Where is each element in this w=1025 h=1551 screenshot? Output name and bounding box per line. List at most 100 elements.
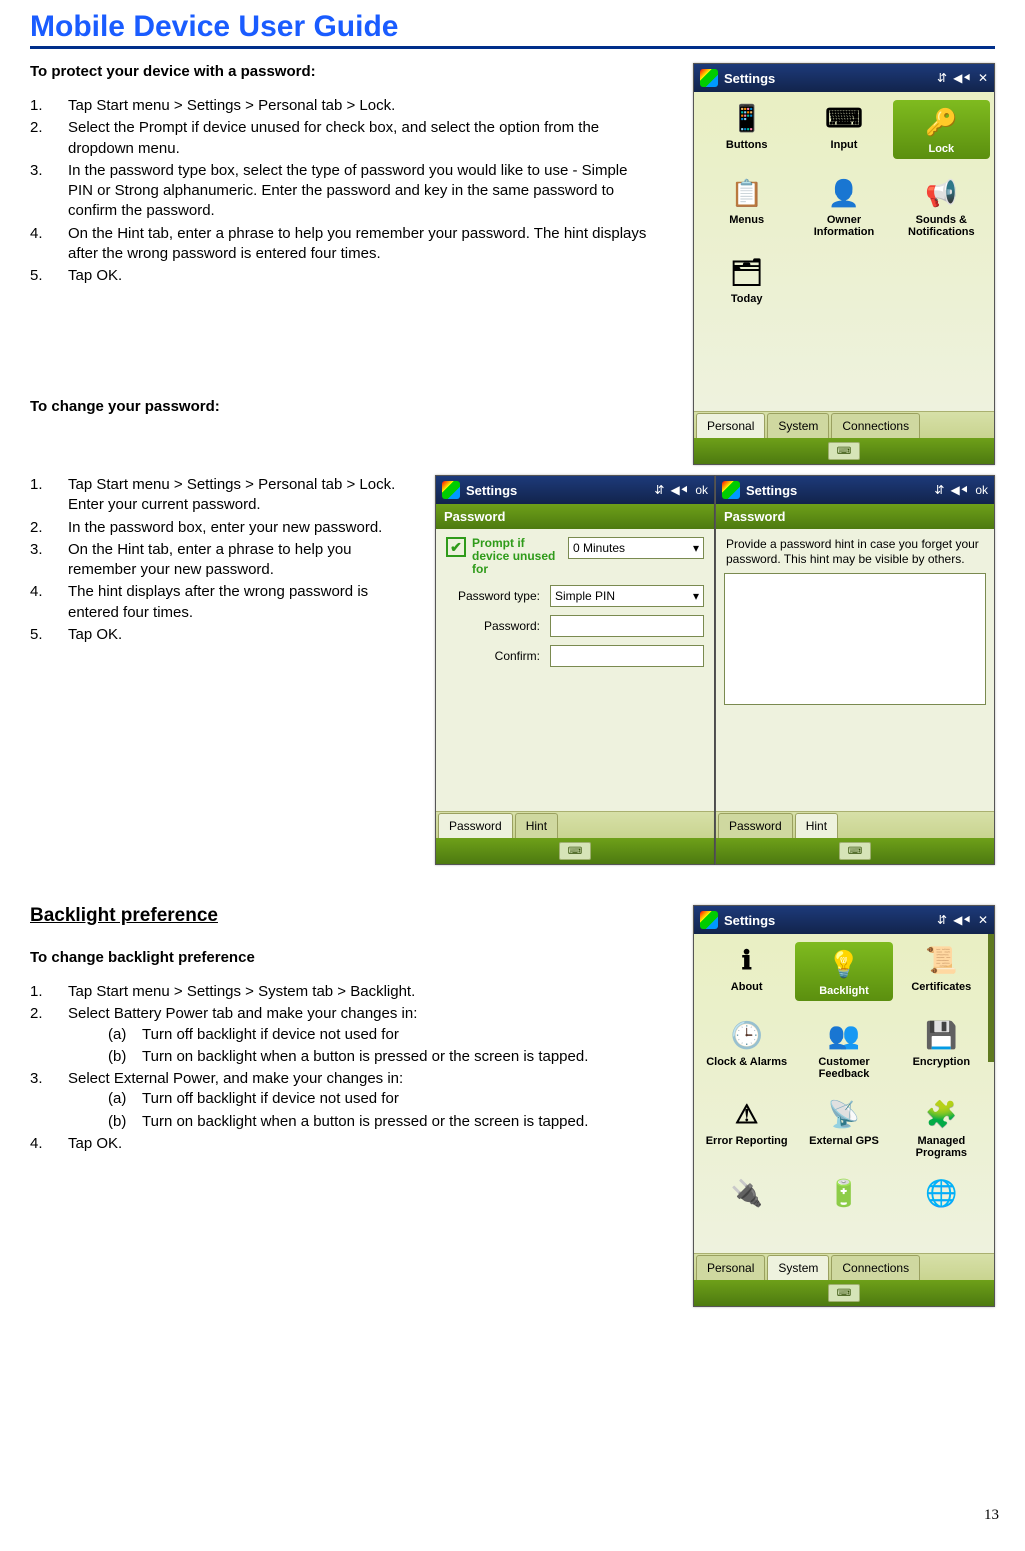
type-label: Password type: (446, 589, 544, 603)
timeout-dropdown[interactable]: 0 Minutes▾ (568, 537, 704, 559)
tab-system[interactable]: System (767, 413, 829, 438)
protect-steps: Tap Start menu > Settings > Personal tab… (30, 96, 650, 286)
screen-header: Password (436, 504, 714, 529)
step-item: Tap Start menu > Settings > Personal tab… (30, 96, 650, 116)
confirm-label: Confirm: (446, 649, 544, 663)
start-icon[interactable] (442, 481, 460, 499)
title-text: Settings (746, 483, 928, 498)
app-icon-lock[interactable]: 🔑Lock (893, 100, 990, 159)
tab-connections[interactable]: Connections (831, 413, 920, 438)
step-item: The hint displays after the wrong passwo… (30, 582, 410, 623)
tab-password[interactable]: Password (718, 813, 793, 838)
app-icon-buttons[interactable]: 📱 Buttons (698, 100, 795, 159)
start-icon[interactable] (722, 481, 740, 499)
tab-connections[interactable]: Connections (831, 1255, 920, 1280)
app-label: Sounds & Notifications (893, 214, 990, 238)
soft-key-bar: ⌨ (694, 438, 994, 464)
Sounds & Notifications-icon: 📢 (923, 175, 959, 211)
start-icon[interactable] (700, 911, 718, 929)
app-icon-blank[interactable]: 🔌 (698, 1175, 795, 1214)
app-icon-clock-alarms[interactable]: 🕒 Clock & Alarms (698, 1017, 795, 1080)
sub-step-item: (b)Turn on backlight when a button is pr… (108, 1047, 650, 1067)
app-label: Customer Feedback (795, 1056, 892, 1080)
app-label: About (731, 981, 763, 993)
step-item: Select the Prompt if device unused for c… (30, 118, 650, 159)
title-text: Settings (466, 483, 648, 498)
app-icon-sounds-notifications[interactable]: 📢 Sounds & Notifications (893, 175, 990, 238)
keyboard-icon[interactable]: ⌨ (828, 1284, 860, 1302)
app-icon-input[interactable]: ⌨ Input (795, 100, 892, 159)
app-icon-certificates[interactable]: 📜Certificates (893, 942, 990, 1001)
app-label: Buttons (726, 139, 768, 151)
app-icon-backlight[interactable]: 💡 Backlight (795, 942, 892, 1001)
app-icon-blank[interactable]: 🌐 (893, 1175, 990, 1214)
password-input[interactable] (550, 615, 704, 637)
screenshot-password-pair: Settings ⇵ ◀⯇ ok Password ✔ Prompt if de… (435, 475, 995, 865)
app-icon-today[interactable]: 🗂 Today (698, 254, 795, 305)
app-icon-error-reporting[interactable]: ⚠Error Reporting (698, 1096, 795, 1159)
step-item: In the password box, enter your new pass… (30, 518, 410, 538)
Managed Programs-icon: 🧩 (923, 1096, 959, 1132)
app-icon-blank[interactable]: 🔋 (795, 1175, 892, 1214)
scrollbar[interactable] (988, 934, 994, 1062)
ok-button[interactable]: ok (695, 483, 708, 498)
app-label: Lock (928, 143, 954, 155)
Owner Information-icon: 👤 (826, 175, 862, 211)
app-icon: 🔋 (826, 1175, 862, 1211)
Encryption-icon: 💾 (923, 1017, 959, 1053)
chevron-down-icon: ▾ (693, 589, 699, 603)
prompt-checkbox[interactable]: ✔ (446, 537, 466, 557)
sub-step-item: (a)Turn off backlight if device not used… (108, 1089, 650, 1109)
app-label: Today (731, 293, 763, 305)
app-icon-managed-programs[interactable]: 🧩Managed Programs (893, 1096, 990, 1159)
app-icon-owner-information[interactable]: 👤Owner Information (795, 175, 892, 238)
keyboard-icon[interactable]: ⌨ (839, 842, 871, 860)
app-label: Backlight (819, 985, 869, 997)
tab-strip: PasswordHint (436, 811, 714, 838)
app-label: Error Reporting (706, 1135, 788, 1147)
tab-password[interactable]: Password (438, 813, 513, 838)
close-button[interactable]: ✕ (978, 913, 988, 928)
app-icon-customer-feedback[interactable]: 👥Customer Feedback (795, 1017, 892, 1080)
Buttons-icon: 📱 (729, 100, 765, 136)
app-icon-encryption[interactable]: 💾Encryption (893, 1017, 990, 1080)
app-label: Input (831, 139, 858, 151)
sub-step-item: (a)Turn off backlight if device not used… (108, 1025, 650, 1045)
app-icon: 🔌 (729, 1175, 765, 1211)
hint-input[interactable] (724, 573, 986, 705)
hint-description: Provide a password hint in case you forg… (716, 529, 994, 573)
keyboard-icon[interactable]: ⌨ (559, 842, 591, 860)
signal-icon: ⇵ (934, 483, 944, 498)
keyboard-icon[interactable]: ⌨ (828, 442, 860, 460)
start-icon[interactable] (700, 69, 718, 87)
tab-strip: PasswordHint (716, 811, 994, 838)
Certificates-icon: 📜 (923, 942, 959, 978)
tab-hint[interactable]: Hint (515, 813, 558, 838)
step-item: Tap OK. (30, 266, 650, 286)
type-dropdown[interactable]: Simple PIN▾ (550, 585, 704, 607)
app-icon-external-gps[interactable]: 📡External GPS (795, 1096, 892, 1159)
close-button[interactable]: ✕ (978, 71, 988, 86)
screenshot-password: Settings ⇵ ◀⯇ ok Password ✔ Prompt if de… (435, 475, 715, 865)
tab-hint[interactable]: Hint (795, 813, 838, 838)
change-steps: Tap Start menu > Settings > Personal tab… (30, 475, 410, 645)
Input-icon: ⌨ (826, 100, 862, 136)
step-item: Tap Start menu > Settings > Personal tab… (30, 475, 410, 516)
app-icon-about[interactable]: ℹ About (698, 942, 795, 1001)
app-label: Clock & Alarms (706, 1056, 787, 1068)
step-item: Tap OK. (30, 1134, 650, 1154)
ok-button[interactable]: ok (975, 483, 988, 498)
tab-personal[interactable]: Personal (696, 1255, 765, 1280)
chevron-down-icon: ▾ (693, 541, 699, 555)
document-title: Mobile Device User Guide (30, 10, 995, 49)
tab-personal[interactable]: Personal (696, 413, 765, 438)
signal-icon: ⇵ (937, 71, 947, 86)
Backlight-icon: 💡 (826, 946, 862, 982)
confirm-input[interactable] (550, 645, 704, 667)
About-icon: ℹ (729, 942, 765, 978)
signal-icon: ⇵ (654, 483, 664, 498)
app-icon-menus[interactable]: 📋Menus (698, 175, 795, 238)
tab-system[interactable]: System (767, 1255, 829, 1280)
Today-icon: 🗂 (729, 254, 765, 290)
Clock & Alarms-icon: 🕒 (729, 1017, 765, 1053)
